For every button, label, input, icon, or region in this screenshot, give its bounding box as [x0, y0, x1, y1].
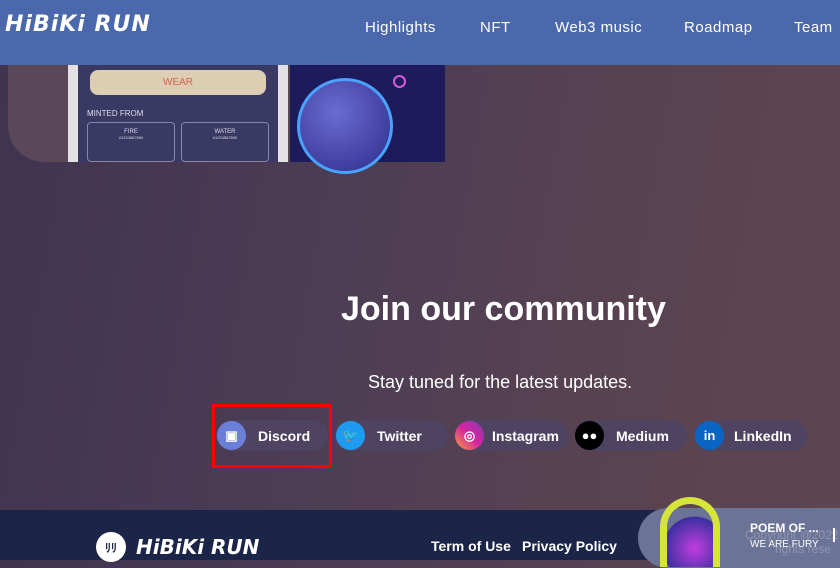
instagram-button[interactable]: ◎ Instagram — [454, 420, 569, 451]
highlight-box — [212, 404, 332, 468]
twitter-icon: 🐦 — [336, 421, 365, 450]
social-label: Instagram — [492, 427, 559, 444]
medium-icon: ●● — [575, 421, 604, 450]
card-id: #1234567890 — [212, 135, 238, 140]
nav-team[interactable]: Team — [794, 19, 833, 36]
gacha-bubble-image — [297, 78, 393, 174]
logo-mark-icon: ﾘﾘ — [96, 532, 126, 562]
minted-from-label: MINTED FROM — [87, 109, 144, 118]
social-label: Twitter — [377, 427, 422, 444]
nav-nft[interactable]: NFT — [480, 19, 511, 36]
logo[interactable]: HiBiKi RUN — [5, 12, 151, 37]
footer-logo-text: HiBiKi RUN — [136, 535, 260, 559]
twitter-button[interactable]: 🐦 Twitter — [335, 420, 448, 451]
card-id: #1234567890 — [118, 135, 144, 140]
track-title: POEM OF ... — [750, 521, 819, 535]
wear-button: WEAR — [90, 70, 266, 95]
nft-card: FIRE #1234567890 — [87, 122, 175, 162]
header: HiBiKi RUN Highlights NFT Web3 music Roa… — [0, 0, 840, 65]
nav-highlights[interactable]: Highlights — [365, 19, 436, 36]
linkedin-button[interactable]: in LinkedIn — [694, 420, 808, 451]
linkedin-icon: in — [695, 421, 724, 450]
nav-roadmap[interactable]: Roadmap — [684, 19, 753, 36]
equalizer-icon — [833, 528, 835, 542]
term-of-use-link[interactable]: Term of Use — [431, 538, 511, 554]
privacy-policy-link[interactable]: Privacy Policy — [522, 538, 617, 554]
footer-logo[interactable]: ﾘﾘ HiBiKi RUN — [96, 532, 259, 562]
medium-button[interactable]: ●● Medium — [574, 420, 687, 451]
headphones-cover-art — [660, 497, 720, 567]
ring-icon — [393, 75, 406, 88]
community-subtitle: Stay tuned for the latest updates. — [368, 372, 633, 392]
track-artist: WE ARE FURY — [750, 539, 819, 550]
social-label: Medium — [616, 427, 669, 444]
social-label: LinkedIn — [734, 427, 792, 444]
nav-web3-music[interactable]: Web3 music — [555, 19, 642, 36]
nft-card: WATER #1234567890 — [181, 122, 269, 162]
instagram-icon: ◎ — [455, 421, 484, 450]
community-title: Join our community — [341, 290, 666, 328]
